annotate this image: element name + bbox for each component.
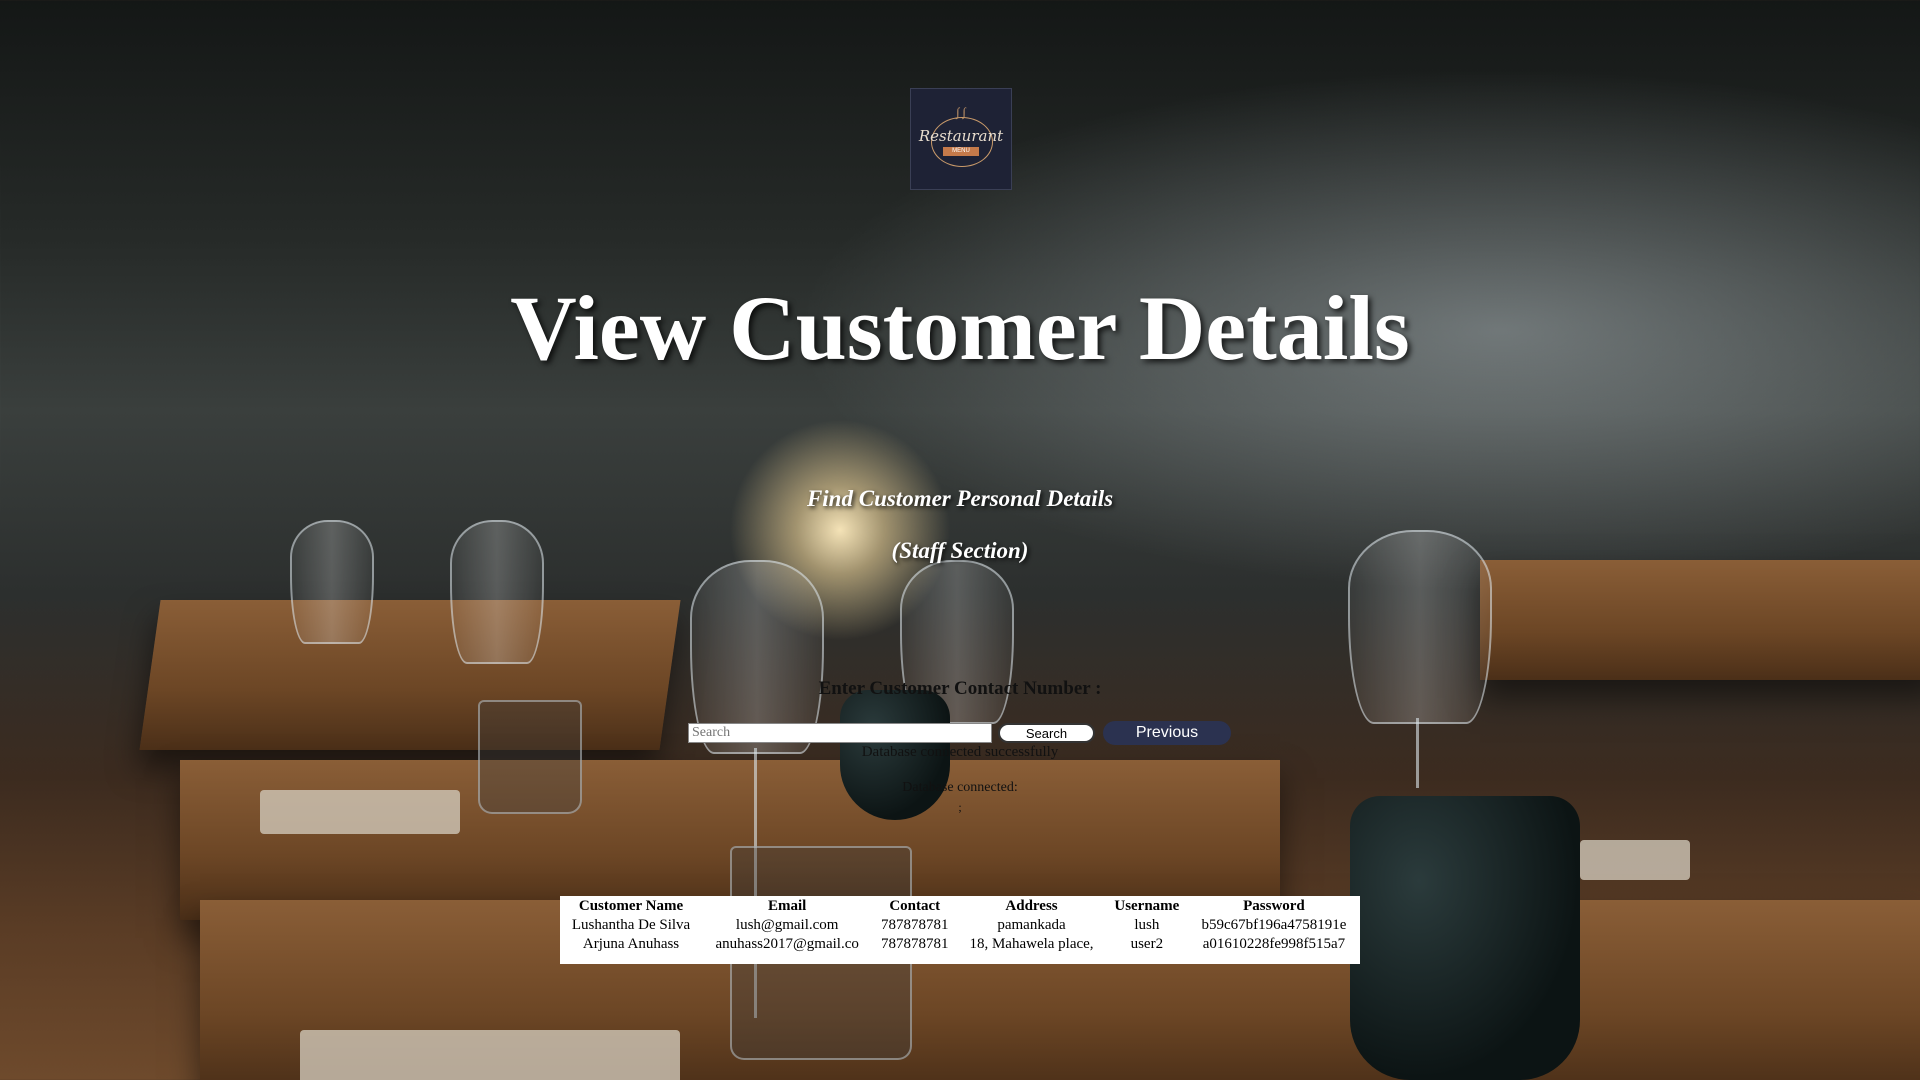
search-label: Enter Customer Contact Number : (818, 678, 1102, 699)
steam-icon: ∫ ∫ (956, 105, 966, 119)
logo-text: Restaurant (918, 127, 1004, 145)
section-subtitle: Find Customer Personal Details (806, 486, 1114, 511)
logo-ribbon: MENU (943, 147, 979, 156)
table-header-row: Customer Name Email Contact Address User… (560, 896, 1360, 916)
column-header: Username (1114, 898, 1180, 914)
column-header: Customer Name (578, 898, 684, 914)
customer-table-container: Customer Name Email Contact Address User… (560, 896, 1360, 964)
table-row: Arjuna Anuhass anuhass2017@gmail.co 7878… (560, 935, 1360, 954)
previous-button[interactable]: Previous (1103, 721, 1231, 745)
table-cell: 18, Mahawela place, (969, 936, 1094, 952)
table-cell: user2 (1130, 936, 1164, 952)
db-status-message: Database connected successfully (861, 744, 1059, 760)
table-cell: lush (1134, 917, 1160, 933)
table-row: Lushantha De Silva lush@gmail.com 787878… (560, 916, 1360, 935)
section-tag: (Staff Section) (891, 538, 1029, 563)
table-cell: Arjuna Anuhass (582, 936, 680, 952)
search-input[interactable] (688, 723, 992, 743)
table-cell: 787878781 (881, 936, 949, 952)
search-bar: Search Previous (688, 721, 1231, 745)
table-cell: anuhass2017@gmail.co (715, 936, 859, 952)
search-button[interactable]: Search (998, 723, 1095, 743)
column-header: Contact (889, 898, 941, 914)
page-title: View Customer Details (510, 277, 1410, 379)
table-cell: a01610228fe998f515a7 (1202, 936, 1346, 952)
table-cell: 787878781 (881, 917, 949, 933)
table-cell: b59c67bf196a4758191e (1201, 917, 1347, 933)
column-header: Email (768, 898, 807, 914)
restaurant-logo: ∫ ∫ Restaurant MENU (910, 88, 1012, 190)
table-cell: Lushantha De Silva (571, 917, 691, 933)
column-header: Address (1005, 898, 1058, 914)
column-header: Password (1243, 898, 1305, 914)
table-cell: pamankada (997, 917, 1066, 933)
db-status-extra: ; (958, 800, 962, 814)
customer-table: Customer Name Email Contact Address User… (560, 896, 1360, 954)
db-status-detail: Database connected: (902, 780, 1018, 795)
table-cell: lush@gmail.com (735, 917, 839, 933)
